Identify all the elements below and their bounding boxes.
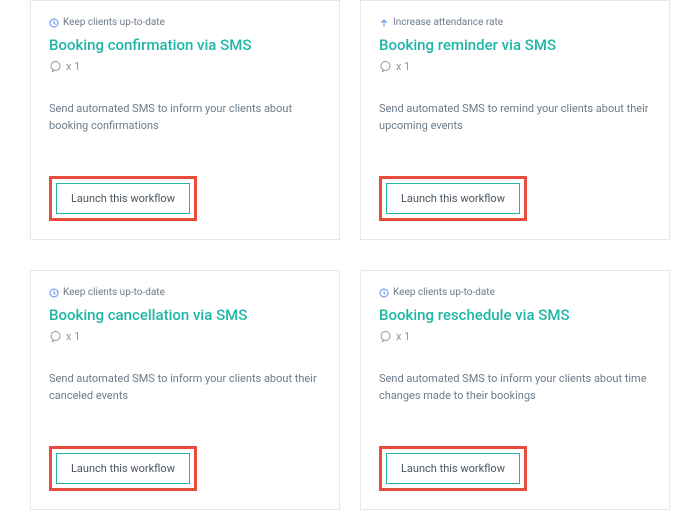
- card-title: Booking confirmation via SMS: [49, 36, 321, 54]
- launch-workflow-button[interactable]: Launch this workflow: [56, 183, 190, 214]
- card-count: x 1: [396, 60, 410, 73]
- card-description: Send automated SMS to inform your client…: [379, 371, 651, 430]
- card-tag: Keep clients up-to-date: [49, 287, 321, 298]
- launch-workflow-button[interactable]: Launch this workflow: [386, 453, 520, 484]
- card-tag-label: Keep clients up-to-date: [393, 287, 495, 298]
- card-meta: x 1: [49, 330, 321, 343]
- clock-icon: [379, 288, 389, 298]
- card-count: x 1: [396, 330, 410, 343]
- highlight-box: Launch this workflow: [49, 446, 197, 491]
- speech-bubble-icon: [49, 60, 62, 73]
- speech-bubble-icon: [379, 330, 392, 343]
- speech-bubble-icon: [49, 330, 62, 343]
- workflow-card: Increase attendance rate Booking reminde…: [360, 0, 670, 240]
- card-title: Booking reminder via SMS: [379, 36, 651, 54]
- card-meta: x 1: [379, 330, 651, 343]
- card-meta: x 1: [379, 60, 651, 73]
- clock-icon: [49, 288, 59, 298]
- highlight-box: Launch this workflow: [49, 176, 197, 221]
- card-description: Send automated SMS to remind your client…: [379, 101, 651, 160]
- card-tag: Keep clients up-to-date: [379, 287, 651, 298]
- speech-bubble-icon: [379, 60, 392, 73]
- launch-workflow-button[interactable]: Launch this workflow: [56, 453, 190, 484]
- card-count: x 1: [66, 330, 80, 343]
- workflow-cards-grid: Keep clients up-to-date Booking confirma…: [0, 0, 700, 510]
- workflow-card: Keep clients up-to-date Booking cancella…: [30, 270, 340, 510]
- card-tag-label: Increase attendance rate: [393, 17, 503, 28]
- card-title: Booking cancellation via SMS: [49, 306, 321, 324]
- card-title: Booking reschedule via SMS: [379, 306, 651, 324]
- launch-workflow-button[interactable]: Launch this workflow: [386, 183, 520, 214]
- card-tag: Keep clients up-to-date: [49, 17, 321, 28]
- workflow-card: Keep clients up-to-date Booking confirma…: [30, 0, 340, 240]
- card-tag-label: Keep clients up-to-date: [63, 17, 165, 28]
- card-description: Send automated SMS to inform your client…: [49, 371, 321, 430]
- card-tag: Increase attendance rate: [379, 17, 651, 28]
- card-tag-label: Keep clients up-to-date: [63, 287, 165, 298]
- clock-icon: [49, 18, 59, 28]
- workflow-card: Keep clients up-to-date Booking reschedu…: [360, 270, 670, 510]
- highlight-box: Launch this workflow: [379, 446, 527, 491]
- arrow-up-icon: [379, 18, 389, 28]
- card-count: x 1: [66, 60, 80, 73]
- card-meta: x 1: [49, 60, 321, 73]
- card-description: Send automated SMS to inform your client…: [49, 101, 321, 160]
- highlight-box: Launch this workflow: [379, 176, 527, 221]
